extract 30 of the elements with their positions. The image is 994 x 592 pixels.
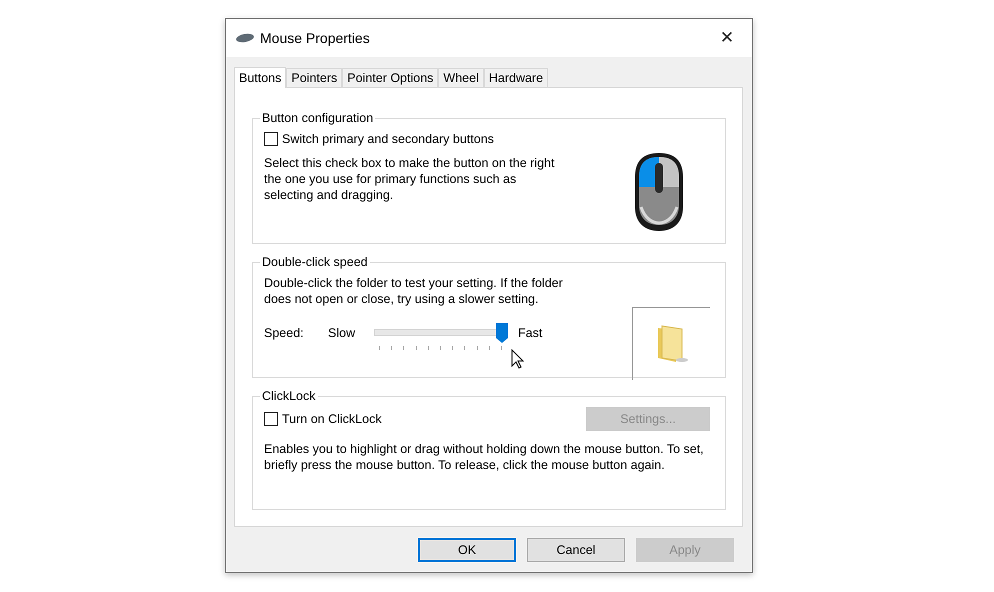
description-text: Select this check box to make the button on the right the one you use for primary functions such as selecting and dragging. bbox=[264, 155, 556, 203]
group-title: Button configuration bbox=[261, 111, 374, 125]
checkbox-label: Turn on ClickLock bbox=[282, 412, 382, 426]
tab[interactable]: Buttons bbox=[234, 67, 286, 88]
description-text: Double-click the folder to test your setting. If the folder does not open or close, try using a slower setting. bbox=[264, 275, 564, 307]
test-area[interactable] bbox=[632, 307, 710, 380]
checkbox[interactable] bbox=[264, 132, 278, 146]
mouse-icon bbox=[236, 33, 254, 43]
checkbox-option[interactable]: Switch primary and secondary buttons bbox=[264, 129, 564, 149]
checkbox-label: Switch primary and secondary buttons bbox=[282, 132, 494, 146]
dialog-button[interactable]: OK bbox=[418, 538, 516, 562]
tab[interactable]: Pointers bbox=[286, 68, 342, 87]
slow-label: Slow bbox=[328, 326, 356, 340]
speed-slider[interactable] bbox=[374, 323, 508, 343]
speed-label: Speed: bbox=[264, 326, 305, 340]
mouse-icon bbox=[633, 151, 685, 233]
close-button[interactable]: ✕ bbox=[712, 23, 742, 53]
tab[interactable]: Hardware bbox=[484, 68, 548, 87]
window-title: Mouse Properties bbox=[260, 30, 371, 46]
slider-thumb[interactable] bbox=[496, 323, 508, 343]
group-title: ClickLock bbox=[261, 389, 316, 403]
tab[interactable]: Pointer Options bbox=[342, 68, 438, 87]
dialog-button[interactable]: Cancel bbox=[527, 538, 625, 562]
group-title: Double-click speed bbox=[261, 255, 369, 269]
fast-label: Fast bbox=[518, 326, 544, 340]
tab[interactable]: Wheel bbox=[438, 68, 484, 87]
checkbox-option[interactable]: Turn on ClickLock bbox=[264, 409, 382, 429]
mouse-pointer-icon bbox=[511, 349, 525, 369]
checkbox[interactable] bbox=[264, 412, 278, 426]
description-text: Enables you to highlight or drag without holding down the mouse button. To set, briefly press the mouse button. To release, click the mouse button again. bbox=[264, 441, 704, 473]
